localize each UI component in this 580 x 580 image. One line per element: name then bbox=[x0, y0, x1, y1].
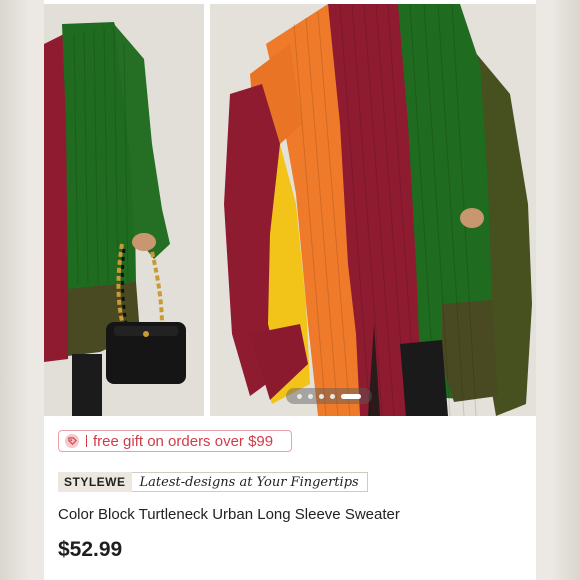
carousel-dot[interactable] bbox=[308, 393, 313, 399]
gift-tag-icon bbox=[65, 434, 79, 448]
carousel-pagination[interactable] bbox=[286, 388, 372, 404]
product-title[interactable]: Color Block Turtleneck Urban Long Sleeve… bbox=[58, 506, 400, 523]
product-image-front[interactable] bbox=[210, 4, 536, 416]
brand-row[interactable]: STYLEWE Latest-designs at Your Fingertip… bbox=[58, 472, 368, 492]
carousel-dot[interactable] bbox=[297, 393, 302, 399]
carousel-dot[interactable] bbox=[330, 393, 335, 399]
product-image-side[interactable] bbox=[44, 4, 204, 416]
promo-text: free gift on orders over $99 bbox=[93, 432, 274, 450]
brand-tagline: Latest-designs at Your Fingertips bbox=[131, 472, 368, 492]
image-carousel[interactable] bbox=[44, 0, 536, 416]
product-price: $52.99 bbox=[58, 538, 123, 561]
brand-logo[interactable]: STYLEWE bbox=[58, 472, 132, 492]
promo-divider bbox=[86, 435, 87, 447]
carousel-dot-active[interactable] bbox=[341, 393, 361, 399]
carousel-dot[interactable] bbox=[319, 393, 324, 399]
promo-banner[interactable]: free gift on orders over $99 bbox=[58, 430, 292, 452]
product-card: free gift on orders over $99 STYLEWE Lat… bbox=[44, 0, 536, 580]
